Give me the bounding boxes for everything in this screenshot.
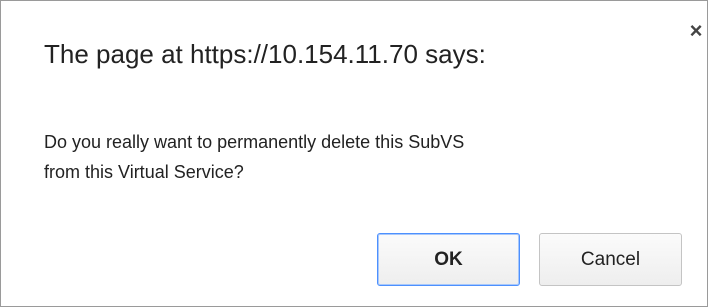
dialog-title: The page at https://10.154.11.70 says: [44,39,486,69]
dialog-message-line-2: from this Virtual Service? [44,162,244,182]
confirm-dialog: The page at https://10.154.11.70 says: ×… [0,0,708,307]
ok-button[interactable]: OK [377,233,520,286]
cancel-button[interactable]: Cancel [539,233,682,286]
close-icon[interactable]: × [685,19,707,43]
dialog-message: Do you really want to permanently delete… [44,127,664,187]
dialog-message-line-1: Do you really want to permanently delete… [44,132,465,152]
